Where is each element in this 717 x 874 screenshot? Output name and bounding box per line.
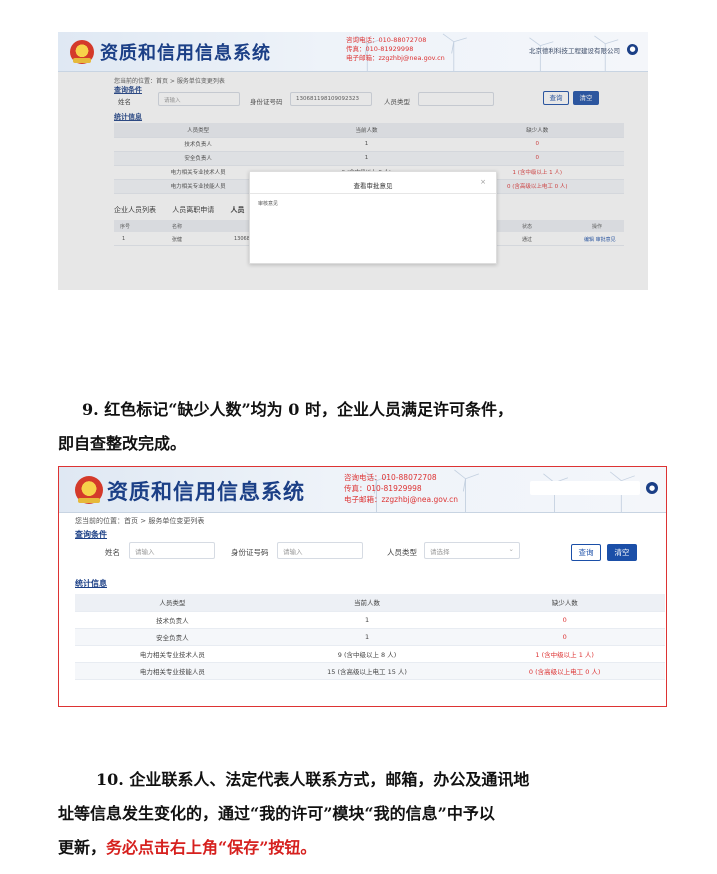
type-label: 人员类型 xyxy=(387,548,417,557)
id-label: 身份证号码 xyxy=(231,548,269,557)
user-icon[interactable]: ● xyxy=(646,482,658,494)
type-select[interactable]: 请选择 ⌄ xyxy=(424,542,520,559)
paragraph-9-line-2: 即自查整改完成。 xyxy=(58,434,187,453)
national-emblem-icon xyxy=(70,40,94,64)
company-name: 北京德利科技工程建设有限公司 xyxy=(529,47,620,55)
contact-fax: 传真：010-81929998 xyxy=(346,45,414,53)
stats-cell: 0 (含高级以上电工 0 人) xyxy=(464,662,665,680)
contact-phone: 咨询电话：010-88072708 xyxy=(346,36,427,44)
contact-info: 咨询电话：010-88072708 传真：010-81929998 电子邮箱：z… xyxy=(346,36,445,63)
table-row: 技术负责人 1 0 xyxy=(75,611,665,629)
name-label: 姓名 xyxy=(105,548,120,557)
table-row: 电力相关专业技术人员9 (含中级以上 8 人)1 (含中级以上 1 人) xyxy=(75,645,665,663)
query-button[interactable]: 查询 xyxy=(571,544,601,561)
contact-phone: 咨询电话：010-88072708 xyxy=(344,473,437,482)
user-icon[interactable]: ● xyxy=(627,44,638,55)
paragraph-10-line-2: 址等信息发生变化的，通过“我的许可”模块“我的信息”中予以 xyxy=(58,804,495,823)
stats-table: 人员类型当前人数缺少人数技术负责人10安全负责人10电力相关专业技术人员9 (含… xyxy=(75,594,665,680)
stats-section-title: 统计信息 xyxy=(75,579,107,588)
system-title: 资质和信用信息系统 xyxy=(107,479,305,504)
stats-cell: 电力相关专业技能人员 xyxy=(75,662,270,680)
chevron-down-icon: ⌄ xyxy=(508,545,514,553)
approval-modal: 查看审批意见 × 审核意见 xyxy=(249,171,497,264)
stats-cell: 技术负责人 xyxy=(75,611,270,629)
paragraph-9-line-1: 9. 红色标记“缺少人数”均为 0 时，企业人员满足许可条件， xyxy=(82,400,513,419)
paragraph-10-line-3: 更新，务必点击右上角“保存”按钮。 xyxy=(58,834,316,858)
screenshot-2: 资质和信用信息系统 咨询电话：010-88072708 传真：010-81929… xyxy=(58,466,667,707)
national-emblem-icon xyxy=(75,476,103,504)
screenshot-1: 资质和信用信息系统 咨询电话：010-88072708 传真：010-81929… xyxy=(58,32,648,290)
name-input[interactable]: 请输入 xyxy=(129,542,215,559)
company-name-redacted xyxy=(530,481,640,495)
stats-header-cell: 人员类型 xyxy=(75,594,270,612)
table-row: 电力相关专业技能人员15 (含高级以上电工 15 人)0 (含高级以上电工 0 … xyxy=(75,662,665,680)
stats-header-row: 人员类型 当前人数 缺少人数 xyxy=(75,594,665,612)
modal-opinion-label: 审核意见 xyxy=(258,201,279,207)
modal-title: 查看审批意见 xyxy=(353,182,393,190)
stats-cell: 0 xyxy=(464,628,665,646)
stats-header-cell: 当前人数 xyxy=(269,594,465,612)
system-title: 资质和信用信息系统 xyxy=(100,43,271,64)
contact-email: 电子邮箱：zzgzhbj@nea.gov.cn xyxy=(346,54,445,62)
stats-cell: 1 xyxy=(269,611,465,629)
contact-info: 咨询电话：010-88072708 传真：010-81929998 电子邮箱：z… xyxy=(344,472,458,505)
paragraph-10-line-1: 10. 企业联系人、法定代表人联系方式，邮箱，办公及通讯地 xyxy=(96,770,530,789)
save-reminder-emphasis: 务必点击右上角“保存”按钮。 xyxy=(106,838,317,857)
paragraph-10-line-3-prefix: 更新， xyxy=(58,838,107,857)
stats-cell: 0 xyxy=(464,611,665,629)
stats-cell: 1 xyxy=(269,628,465,646)
stats-header-cell: 缺少人数 xyxy=(464,594,665,612)
stats-cell: 电力相关专业技术人员 xyxy=(75,645,270,663)
contact-fax: 传真：010-81929998 xyxy=(344,484,422,493)
close-icon[interactable]: × xyxy=(480,178,486,186)
contact-email: 电子邮箱：zzgzhbj@nea.gov.cn xyxy=(344,495,458,504)
stats-cell: 15 (含高级以上电工 15 人) xyxy=(269,662,465,680)
breadcrumb: 您当前的位置：首页 > 服务单位变更列表 xyxy=(75,517,205,525)
stats-cell: 1 (含中级以上 1 人) xyxy=(464,645,665,663)
system-banner: 资质和信用信息系统 咨询电话：010-88072708 传真：010-81929… xyxy=(58,32,648,72)
stats-cell: 9 (含中级以上 8 人) xyxy=(269,645,465,663)
modal-divider xyxy=(250,193,496,194)
id-input[interactable]: 请输入 xyxy=(277,542,363,559)
query-section-title: 查询条件 xyxy=(75,530,107,539)
table-row: 安全负责人 1 0 xyxy=(75,628,665,646)
system-banner: 资质和信用信息系统 咨询电话：010-88072708 传真：010-81929… xyxy=(59,467,666,513)
type-select-placeholder: 请选择 xyxy=(430,548,450,556)
clear-button[interactable]: 清空 xyxy=(607,544,637,561)
stats-cell: 安全负责人 xyxy=(75,628,270,646)
